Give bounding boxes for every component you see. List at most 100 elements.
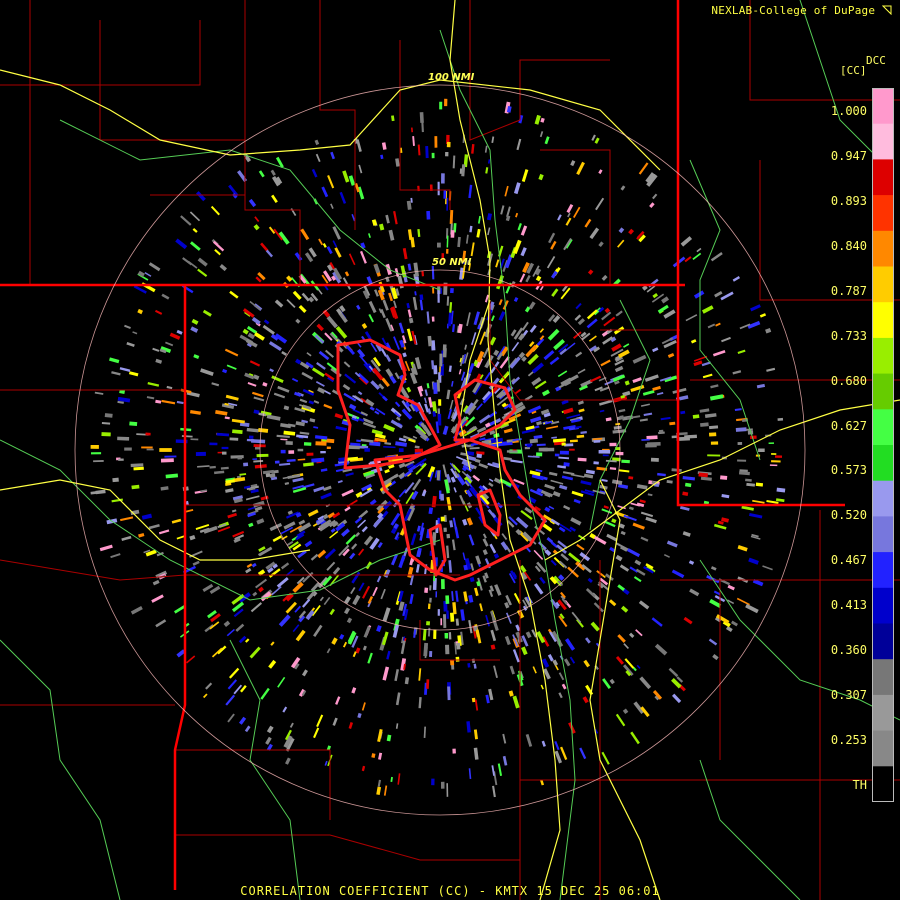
color-scale-segment	[872, 409, 894, 446]
echo-gate	[253, 409, 260, 415]
echo-gate	[536, 452, 543, 457]
echo-gate	[160, 486, 169, 491]
echo-gate	[469, 225, 473, 233]
ring-label-100: 100 NMI	[428, 72, 475, 83]
echo-gate	[247, 382, 257, 387]
echo-gate	[90, 444, 99, 449]
echo-gate	[352, 651, 357, 658]
echo-gate	[621, 605, 629, 613]
echo-gate	[326, 315, 339, 329]
echo-gate	[398, 488, 407, 498]
echo-gate	[191, 318, 199, 325]
echo-gate	[701, 305, 714, 314]
echo-gate	[552, 490, 561, 498]
echo-gate	[630, 731, 640, 745]
echo-gate	[362, 645, 367, 651]
echo-gate	[249, 360, 261, 367]
echo-gate	[541, 740, 546, 747]
color-scale-segment	[872, 659, 894, 696]
echo-gate	[713, 523, 727, 530]
echo-gate	[227, 713, 235, 723]
echo-gate	[538, 173, 544, 181]
echo-gate	[189, 550, 203, 558]
echo-gate	[248, 198, 257, 208]
echo-gate	[433, 629, 437, 639]
radar-map[interactable]	[0, 0, 900, 900]
echo-gate	[406, 386, 412, 393]
echo-gate	[576, 161, 585, 175]
echo-gate	[476, 403, 483, 411]
echo-gate	[682, 531, 691, 537]
echo-gate	[195, 451, 206, 456]
echo-gate	[404, 481, 415, 494]
echo-gate	[599, 399, 613, 406]
echo-gate	[544, 136, 550, 145]
echo-gate	[663, 553, 670, 558]
legend-tick-label: 1.000	[830, 104, 867, 118]
echo-gate	[505, 612, 512, 624]
echo-gate	[645, 516, 657, 524]
echo-gate	[101, 432, 111, 437]
echo-gate	[235, 623, 245, 632]
echo-gate	[491, 765, 495, 776]
echo-gate	[124, 447, 132, 451]
echo-gate	[226, 364, 237, 370]
echo-gate	[758, 448, 765, 452]
legend-tick-label: 0.520	[830, 508, 867, 523]
echo-gate	[314, 139, 320, 146]
echo-gate	[426, 383, 430, 389]
echo-gate	[200, 368, 214, 376]
echo-gate	[410, 197, 413, 203]
echo-gate	[268, 341, 282, 351]
echo-gate	[175, 238, 188, 250]
color-scale-bar	[872, 88, 894, 802]
echo-gate	[363, 625, 371, 638]
echo-gate	[660, 416, 671, 421]
echo-gate	[331, 637, 338, 645]
echo-gate	[211, 382, 220, 387]
color-scale-segment	[872, 552, 894, 589]
echo-gate	[636, 664, 641, 669]
echo-gate	[442, 425, 449, 436]
echo-gate	[748, 557, 759, 565]
echo-gate	[474, 699, 479, 711]
echo-gate	[558, 560, 568, 569]
echo-gate	[448, 632, 452, 640]
echo-gate	[436, 470, 441, 481]
echo-gate	[506, 206, 511, 218]
echo-gate	[585, 469, 595, 475]
echo-gate	[415, 564, 420, 573]
echo-gate	[345, 472, 354, 477]
echo-gate	[185, 509, 194, 513]
echo-gate	[615, 554, 623, 562]
echo-gate	[386, 734, 392, 742]
echo-gate	[737, 545, 748, 552]
echo-gate	[633, 576, 642, 583]
echo-gate	[671, 693, 682, 704]
echo-gate	[576, 618, 584, 628]
echo-gate	[246, 427, 259, 433]
echo-gate	[479, 331, 486, 345]
echo-gate	[316, 323, 324, 332]
echo-gate	[265, 473, 271, 478]
echo-gate	[104, 413, 113, 418]
echo-gate	[612, 374, 626, 382]
echo-gate	[450, 659, 455, 666]
echo-gate	[146, 396, 155, 400]
echo-gate	[276, 434, 290, 438]
echo-gate	[160, 458, 174, 463]
echo-gate	[478, 463, 489, 469]
echo-gate	[550, 559, 557, 566]
echo-gate	[310, 553, 319, 561]
echo-gate	[279, 462, 291, 466]
echo-gate	[314, 334, 325, 344]
color-scale-segment	[872, 623, 894, 660]
echo-gate	[326, 246, 333, 255]
echo-gate	[473, 729, 478, 740]
echo-gate	[549, 356, 560, 366]
echo-gate	[376, 625, 382, 632]
echo-gate	[750, 304, 761, 312]
echo-gate	[639, 676, 652, 690]
echo-gate	[426, 210, 431, 220]
echo-gate	[293, 391, 302, 397]
